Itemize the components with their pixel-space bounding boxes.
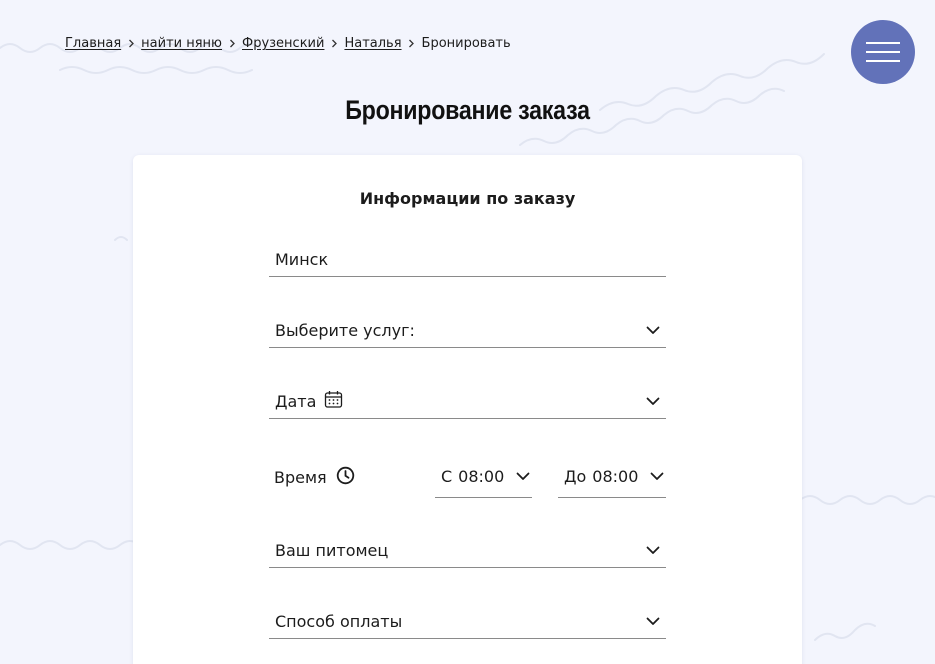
- chevron-down-icon: [646, 546, 660, 555]
- hamburger-icon: [866, 42, 900, 44]
- pet-select-label: Ваш питомец: [275, 541, 389, 560]
- time-to-select[interactable]: До 08:00: [558, 455, 666, 498]
- chevron-right-icon: [324, 39, 344, 48]
- page-title: Бронирование заказа: [345, 95, 590, 125]
- menu-button[interactable]: [851, 20, 915, 84]
- chevron-down-icon: [646, 617, 660, 626]
- chevron-down-icon: [516, 472, 530, 481]
- time-row: Время С 08:00 До 08:00: [269, 455, 666, 498]
- chevron-right-icon: [402, 39, 422, 48]
- time-label: Время: [274, 468, 327, 487]
- city-value: Минск: [275, 250, 329, 269]
- time-to-prefix: До: [564, 466, 587, 486]
- time-label-group: Время: [274, 466, 355, 489]
- date-label: Дата: [275, 392, 317, 411]
- time-from-value: 08:00: [458, 466, 505, 486]
- time-from-select[interactable]: С 08:00: [435, 455, 532, 498]
- chevron-down-icon: [646, 397, 660, 406]
- calendar-icon: [324, 390, 343, 413]
- city-field[interactable]: Минск: [269, 243, 666, 277]
- booking-form-card: Информации по заказу Минск Выберите услу…: [133, 155, 802, 664]
- date-select[interactable]: Дата: [269, 385, 666, 419]
- chevron-down-icon: [646, 326, 660, 335]
- breadcrumb-link-district[interactable]: Фрузенский: [242, 36, 324, 51]
- clock-icon: [336, 466, 355, 489]
- chevron-right-icon: [121, 39, 141, 48]
- chevron-down-icon: [650, 472, 664, 481]
- breadcrumb: Главная найти няню Фрузенский Наталья Бр…: [65, 36, 511, 51]
- time-to-value: 08:00: [592, 466, 639, 486]
- breadcrumb-link-home[interactable]: Главная: [65, 36, 121, 51]
- service-select-label: Выберите услуг:: [275, 321, 415, 340]
- breadcrumb-link-nanny[interactable]: Наталья: [344, 36, 401, 51]
- form-title: Информации по заказу: [359, 189, 576, 208]
- service-select[interactable]: Выберите услуг:: [269, 314, 666, 348]
- breadcrumb-current: Бронировать: [421, 36, 511, 51]
- chevron-right-icon: [222, 39, 242, 48]
- payment-select[interactable]: Способ оплаты: [269, 605, 666, 639]
- time-from-prefix: С: [441, 466, 453, 486]
- pet-select[interactable]: Ваш питомец: [269, 534, 666, 568]
- breadcrumb-link-find-nanny[interactable]: найти няню: [141, 36, 222, 51]
- payment-select-label: Способ оплаты: [275, 612, 403, 631]
